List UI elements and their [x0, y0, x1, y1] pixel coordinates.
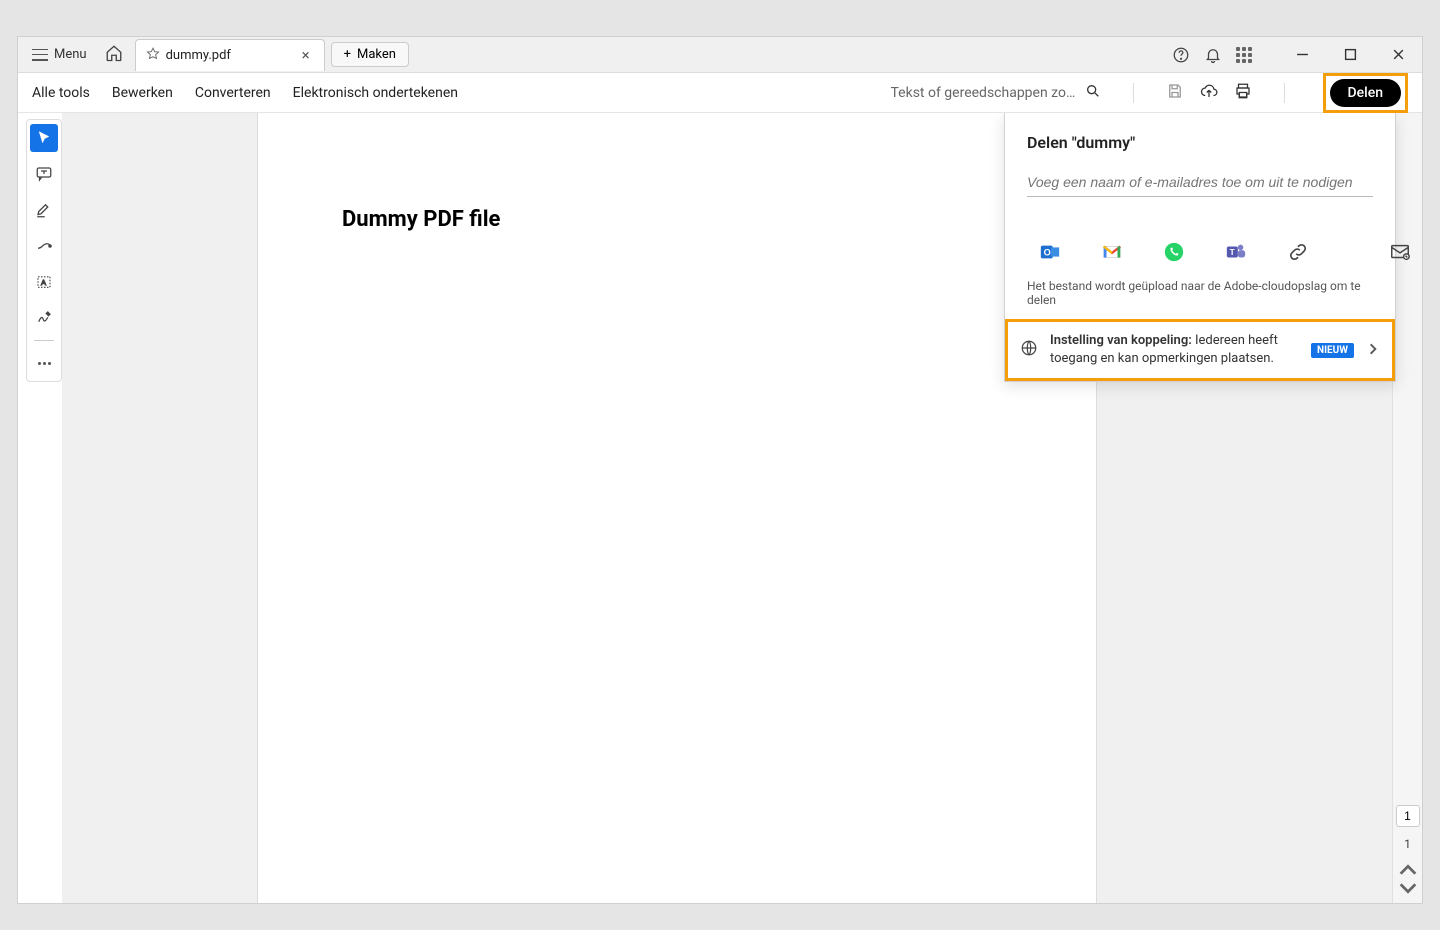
pdf-page: Dummy PDF file	[257, 113, 1097, 903]
menu-icon	[32, 49, 48, 61]
share-icons-row: O T	[1027, 241, 1373, 279]
page-number-input[interactable]	[1396, 805, 1420, 827]
save-button[interactable]	[1166, 82, 1184, 104]
invite-input[interactable]	[1027, 168, 1373, 197]
maximize-button[interactable]	[1330, 40, 1370, 70]
outlook-icon: O	[1039, 241, 1061, 263]
link-setting-text: Instelling van koppeling: Iedereen heeft…	[1050, 332, 1299, 368]
share-panel: Delen "dummy" O T	[1004, 113, 1396, 382]
search-area[interactable]: Tekst of gereedschappen zoe...	[891, 83, 1101, 103]
text-box-icon: A	[35, 273, 53, 291]
nav-sign[interactable]: Elektronisch ondertekenen	[293, 85, 458, 101]
text-select-tool[interactable]: A	[30, 268, 58, 296]
create-button[interactable]: + Maken	[331, 42, 409, 67]
tab-close-button[interactable]: ×	[298, 46, 314, 64]
nav-all-tools[interactable]: Alle tools	[32, 85, 90, 101]
titlebar: Menu dummy.pdf × + Maken	[18, 37, 1422, 73]
selection-tool[interactable]	[30, 124, 58, 152]
chevron-right-icon	[1366, 341, 1380, 360]
sign-icon	[35, 309, 53, 327]
globe-icon	[1020, 339, 1038, 361]
nav-edit[interactable]: Bewerken	[112, 85, 173, 101]
comment-icon	[35, 165, 53, 183]
gmail-icon	[1101, 241, 1123, 263]
highlight-tool[interactable]	[30, 196, 58, 224]
upload-note: Het bestand wordt geüpload naar de Adobe…	[1027, 279, 1373, 307]
comment-tool[interactable]	[30, 160, 58, 188]
svg-text:A: A	[41, 278, 46, 287]
menu-label: Menu	[54, 47, 87, 62]
more-icon	[38, 362, 51, 365]
share-button-highlight: Delen	[1323, 73, 1409, 113]
star-icon[interactable]	[146, 46, 160, 65]
create-label: Maken	[357, 47, 396, 62]
window-controls	[1282, 40, 1418, 70]
share-outlook[interactable]: O	[1039, 241, 1061, 263]
cloud-upload-button[interactable]	[1200, 82, 1218, 104]
document-tab[interactable]: dummy.pdf ×	[135, 39, 325, 71]
minimize-button[interactable]	[1282, 40, 1322, 70]
left-toolbar: A	[26, 119, 62, 382]
link-icon	[1287, 241, 1309, 263]
nav-convert[interactable]: Converteren	[195, 85, 271, 101]
highlighter-icon	[35, 201, 53, 219]
search-icon	[1085, 83, 1101, 103]
draw-icon	[35, 237, 53, 255]
home-icon	[105, 44, 123, 62]
share-link[interactable]	[1287, 241, 1309, 263]
app-window: Menu dummy.pdf × + Maken Alle tools	[17, 36, 1423, 904]
link-setting-button[interactable]: Instelling van koppeling: Iedereen heeft…	[1005, 319, 1395, 381]
more-tools[interactable]	[30, 349, 58, 377]
mail-attach-icon	[1389, 241, 1411, 263]
apps-button[interactable]	[1236, 47, 1252, 63]
close-window-button[interactable]	[1378, 40, 1418, 70]
menu-button[interactable]: Menu	[22, 43, 97, 66]
document-heading: Dummy PDF file	[342, 207, 1012, 232]
toolbar-right-icons	[1166, 82, 1252, 104]
draw-tool[interactable]	[30, 232, 58, 260]
home-button[interactable]	[97, 40, 131, 70]
share-gmail[interactable]	[1101, 241, 1123, 263]
svg-text:O: O	[1044, 248, 1051, 258]
teams-icon: T	[1225, 241, 1247, 263]
cursor-icon	[35, 129, 53, 147]
whatsapp-icon	[1163, 241, 1185, 263]
share-button[interactable]: Delen	[1330, 79, 1402, 107]
print-button[interactable]	[1234, 82, 1252, 104]
tab-title: dummy.pdf	[166, 48, 292, 63]
bell-button[interactable]	[1204, 46, 1222, 64]
share-panel-title: Delen "dummy"	[1027, 133, 1373, 152]
titlebar-icons	[1172, 46, 1282, 64]
share-mail-attach[interactable]	[1389, 241, 1411, 263]
apps-icon	[1236, 47, 1252, 63]
new-badge: NIEUW	[1311, 343, 1354, 358]
sign-tool[interactable]	[30, 304, 58, 332]
content-area: A Dummy PDF file 1 Delen "dumm	[18, 113, 1422, 903]
right-column: 1	[1392, 113, 1422, 903]
help-button[interactable]	[1172, 46, 1190, 64]
share-whatsapp[interactable]	[1163, 241, 1185, 263]
link-setting-label: Instelling van koppeling:	[1050, 333, 1192, 348]
page-down-button[interactable]	[1397, 879, 1419, 897]
toolbar: Alle tools Bewerken Converteren Elektron…	[18, 73, 1422, 113]
svg-text:T: T	[1230, 248, 1235, 257]
search-placeholder: Tekst of gereedschappen zoe...	[891, 85, 1077, 101]
page-total: 1	[1404, 827, 1411, 861]
share-teams[interactable]: T	[1225, 241, 1247, 263]
plus-icon: +	[344, 47, 351, 62]
